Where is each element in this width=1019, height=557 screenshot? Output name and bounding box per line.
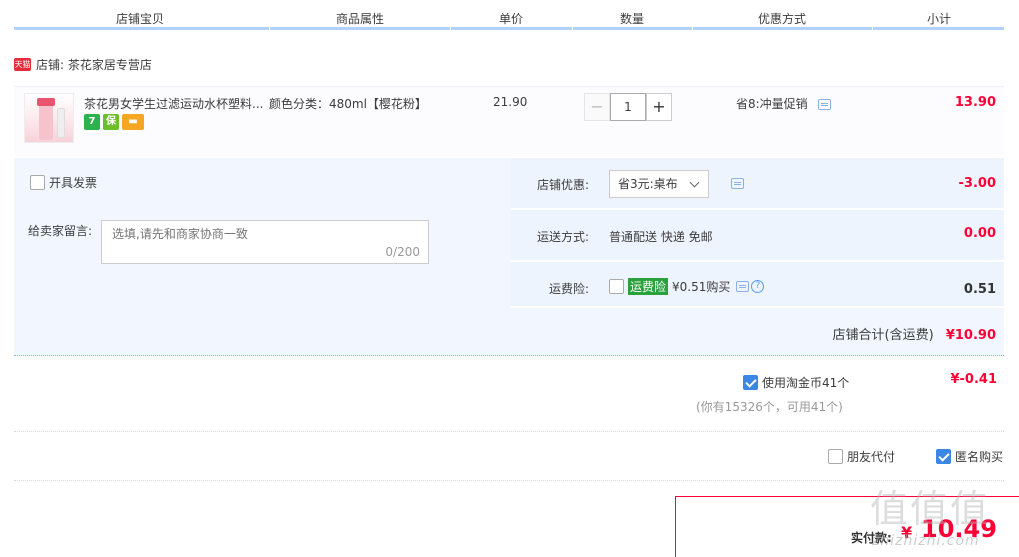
anonymous-label: 匿名购买 <box>955 450 1004 464</box>
column-header-subtotal: 小计 <box>927 12 952 26</box>
divider <box>14 431 1004 432</box>
insurance-label: 运费险: <box>548 282 589 296</box>
service-badges: 7 保 ▬ <box>84 114 144 130</box>
anonymous-checkbox[interactable] <box>936 449 951 464</box>
insurance-price: ¥0.51购买 <box>672 280 731 294</box>
friend-pay-checkbox[interactable] <box>828 449 843 464</box>
shipping-label: 运送方式: <box>536 230 589 244</box>
order-options-left: 开具发票 给卖家留言: 0/200 <box>14 158 508 306</box>
watermark-logo: 值值值 <box>870 487 991 531</box>
insurance-option[interactable]: 运费险 ¥0.51购买 ? <box>609 278 765 295</box>
column-header-attributes: 商品属性 <box>336 12 385 26</box>
chat-icon[interactable] <box>731 178 744 189</box>
product-sku: 颜色分类：480ml【樱花粉】 <box>269 97 427 111</box>
shop-discount-selected: 省3元:桌布 <box>618 177 678 191</box>
message-char-count: 0/200 <box>385 245 420 259</box>
column-header-discount: 优惠方式 <box>758 12 807 26</box>
friend-pay-label: 朋友代付 <box>847 450 896 464</box>
insurance-tag: 运费险 <box>628 278 669 295</box>
message-input[interactable] <box>112 227 372 241</box>
column-header-quantity: 数量 <box>620 12 645 26</box>
anonymous-option[interactable]: 匿名购买 <box>936 448 1003 465</box>
order-options-panel: 开具发票 给卖家留言: 0/200 店铺优惠: 省3元:桌布 -3.00 运送方… <box>14 158 1004 356</box>
shop-name-link[interactable]: 店铺: 茶花家居专营店 <box>36 56 152 73</box>
shop-discount-select[interactable]: 省3元:桌布 <box>609 170 709 198</box>
credit-card-icon[interactable]: ▬ <box>122 114 144 130</box>
product-title-link[interactable]: 茶花男女学生过滤运动水杯塑料... <box>84 95 263 112</box>
shop-total-label: 店铺合计(含运费) <box>832 328 934 343</box>
promotion: 省8:冲量促销 <box>736 95 831 112</box>
invoice-label: 开具发票 <box>49 176 98 190</box>
chat-icon[interactable] <box>817 99 831 110</box>
quantity-stepper: − 1 + <box>584 93 672 121</box>
guarantee-icon[interactable]: 保 <box>103 114 119 130</box>
shop-discount-label: 店铺优惠: <box>536 178 589 192</box>
column-header-price: 单价 <box>499 12 524 26</box>
quantity-input[interactable]: 1 <box>610 93 646 121</box>
shop-total: 店铺合计(含运费) ¥10.90 <box>833 324 996 343</box>
message-box[interactable]: 0/200 <box>101 220 429 264</box>
coin-label: 使用淘金币41个 <box>762 376 850 390</box>
divider <box>14 480 1004 481</box>
seven-day-return-icon[interactable]: 7 <box>84 114 100 130</box>
chat-icon[interactable] <box>736 281 750 292</box>
item-subtotal: 13.90 <box>954 95 996 110</box>
taobao-coin-option[interactable]: 使用淘金币41个 <box>743 374 849 391</box>
tmall-icon: 天猫 <box>14 58 31 71</box>
cart-item-row: 茶花男女学生过滤运动水杯塑料... 颜色分类：480ml【樱花粉】 7 保 ▬ … <box>14 86 1004 156</box>
cart-header: 店铺宝贝 商品属性 单价 数量 优惠方式 小计 <box>14 0 1004 30</box>
promotion-text: 省8:冲量促销 <box>736 97 808 111</box>
friend-pay-option[interactable]: 朋友代付 <box>828 448 895 465</box>
insurance-amount: 0.51 <box>963 282 996 297</box>
shipping-row: 运送方式: 普通配送 快递 免邮 0.00 <box>511 210 1004 262</box>
shop-row: 天猫 店铺: 茶花家居专营店 <box>14 56 152 73</box>
shop-total-amount: ¥10.90 <box>945 328 996 343</box>
shop-discount-amount: -3.00 <box>958 176 996 191</box>
coin-note: (你有15326个，可用41个) <box>696 400 843 414</box>
insurance-row: 运费险: 运费险 ¥0.51购买 ? 0.51 <box>511 262 1004 308</box>
invoice-option[interactable]: 开具发票 <box>30 174 97 191</box>
column-header-item: 店铺宝贝 <box>116 12 165 26</box>
help-icon[interactable]: ? <box>751 280 765 293</box>
shipping-amount: 0.00 <box>963 226 996 241</box>
watermark-url: zhizhizhi.com <box>872 533 980 549</box>
coin-amount: ¥-0.41 <box>950 372 997 387</box>
quantity-increase-button[interactable]: + <box>646 93 672 121</box>
shipping-method: 普通配送 快递 免邮 <box>609 230 713 244</box>
unit-price: 21.90 <box>493 95 528 109</box>
message-label: 给卖家留言: <box>28 224 93 238</box>
chevron-down-icon <box>689 177 700 188</box>
quantity-decrease-button[interactable]: − <box>584 93 610 121</box>
shop-discount-row: 店铺优惠: 省3元:桌布 -3.00 <box>511 158 1004 210</box>
insurance-checkbox[interactable] <box>609 279 624 294</box>
product-thumbnail[interactable] <box>24 93 74 143</box>
order-options-right: 店铺优惠: 省3元:桌布 -3.00 运送方式: 普通配送 快递 免邮 0.00… <box>511 158 1004 308</box>
invoice-checkbox[interactable] <box>30 175 45 190</box>
coin-checkbox[interactable] <box>743 375 758 390</box>
